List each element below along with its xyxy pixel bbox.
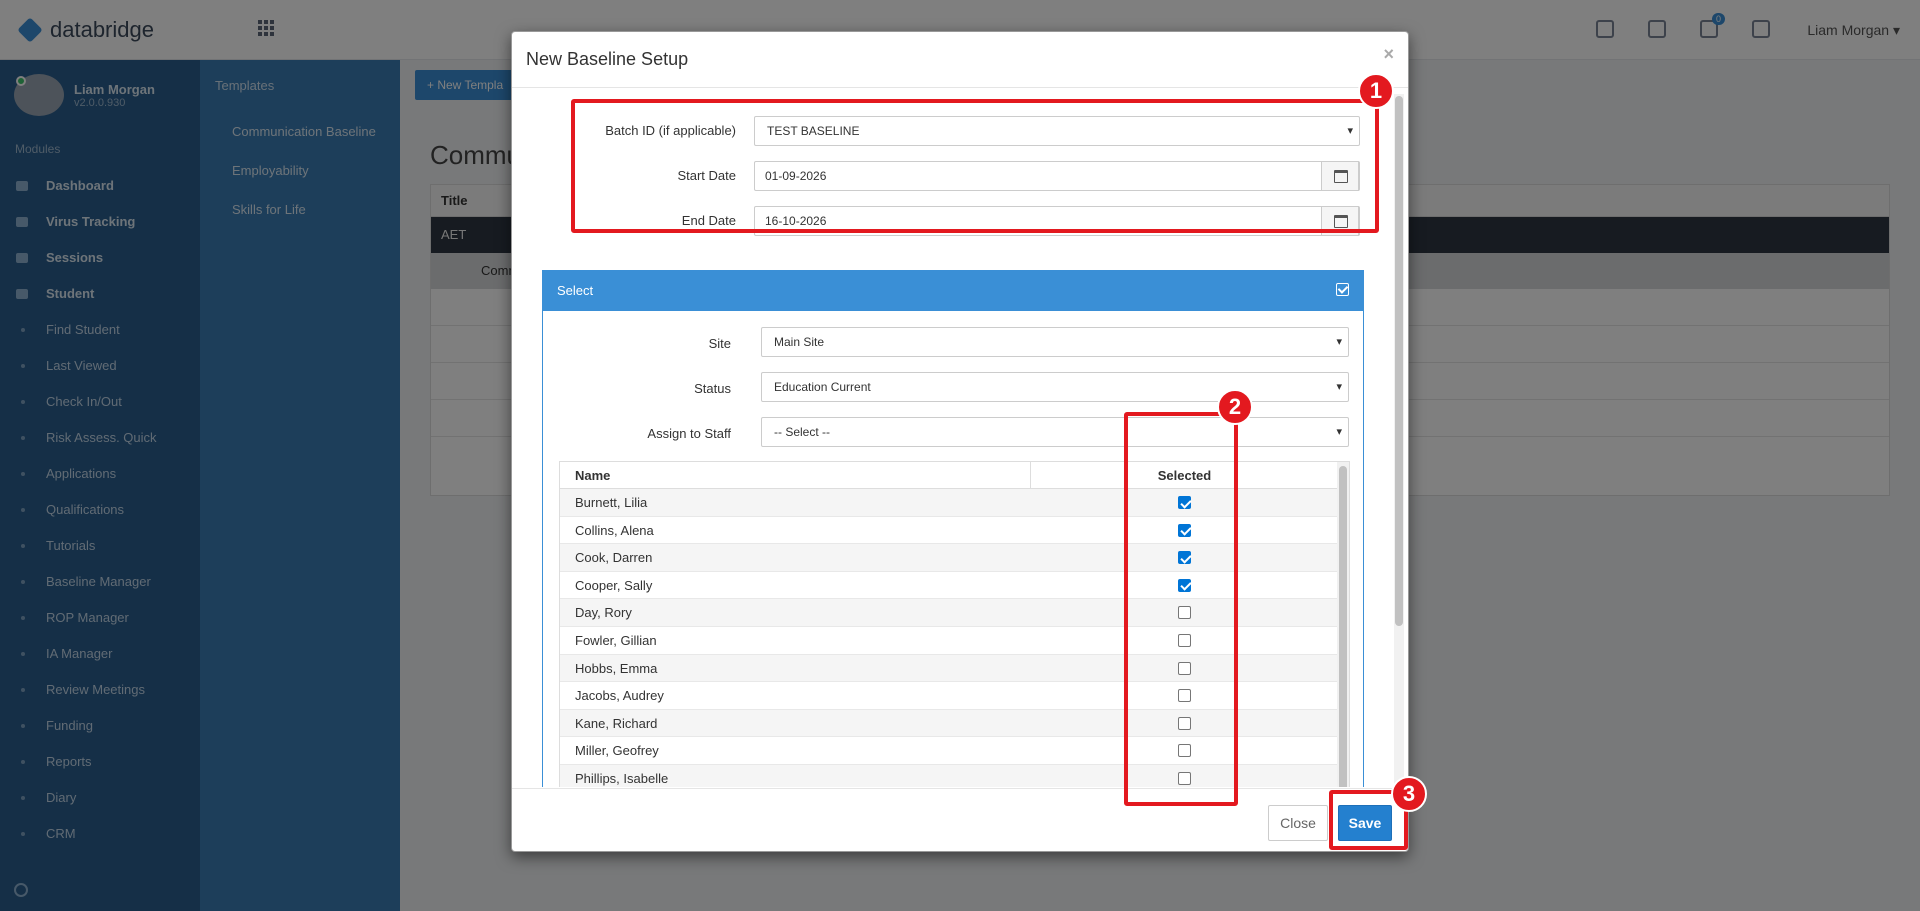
student-name: Burnett, Lilia: [575, 495, 648, 510]
student-name: Collins, Alena: [575, 522, 654, 538]
grid-scrollbar-thumb[interactable]: [1339, 466, 1347, 787]
grid-scrollbar[interactable]: [1337, 462, 1349, 787]
calendar-icon: [1334, 215, 1348, 228]
save-button[interactable]: Save: [1338, 805, 1392, 841]
student-name: Phillips, Isabelle: [575, 771, 669, 786]
student-row[interactable]: Cooper, Sally: [560, 572, 1339, 600]
batch-id-label: Batch ID (if applicable): [605, 123, 736, 138]
calendar-icon: [1334, 170, 1348, 183]
annotation-badge-1: 1: [1358, 73, 1394, 109]
chevron-down-icon: ▾: [1336, 336, 1342, 348]
student-name: Hobbs, Emma: [575, 660, 658, 676]
student-row[interactable]: Phillips, Isabelle: [560, 765, 1339, 787]
student-row[interactable]: Fowler, Gillian: [560, 627, 1339, 655]
close-button[interactable]: Close: [1268, 805, 1328, 841]
student-row[interactable]: Burnett, Lilia: [560, 489, 1339, 517]
student-name: Jacobs, Audrey: [575, 688, 664, 704]
site-value: Main Site: [774, 335, 825, 349]
select-panel-title: Select: [557, 283, 594, 298]
end-date-label: End Date: [681, 213, 736, 228]
student-select-checkbox[interactable]: [1178, 606, 1191, 620]
modal-title: New Baseline Setup: [526, 49, 689, 69]
student-select-checkbox[interactable]: [1178, 496, 1191, 509]
chevron-down-icon: ▾: [1347, 125, 1353, 137]
student-name: Miller, Geofrey: [575, 743, 659, 759]
status-value: Education Current: [774, 380, 871, 394]
name-column-header[interactable]: Name: [575, 468, 610, 483]
student-name: Cook, Darren: [575, 550, 653, 566]
site-label: Site: [708, 336, 731, 351]
student-select-checkbox[interactable]: [1178, 744, 1191, 758]
end-date-field[interactable]: 16-10-2026: [754, 206, 1360, 236]
modal-body: Batch ID (if applicable) TEST BASELINE ▾…: [512, 89, 1398, 787]
start-date-field[interactable]: 01-09-2026: [754, 161, 1360, 191]
student-name: Cooper, Sally: [575, 577, 653, 593]
start-date-label: Start Date: [677, 168, 736, 183]
annotation-badge-2: 2: [1217, 389, 1253, 425]
select-panel-header: Select: [543, 271, 1363, 311]
student-select-checkbox[interactable]: [1178, 578, 1191, 592]
student-select-checkbox[interactable]: [1178, 716, 1191, 730]
student-row[interactable]: Kane, Richard: [560, 709, 1339, 738]
modal-footer: Close Save: [512, 788, 1408, 853]
student-row[interactable]: Miller, Geofrey: [560, 737, 1339, 765]
status-label: Status: [694, 381, 731, 396]
student-name: Kane, Richard: [575, 715, 658, 731]
student-name: Day, Rory: [575, 605, 632, 621]
student-select-checkbox[interactable]: [1178, 772, 1191, 785]
site-select[interactable]: Main Site ▾: [761, 327, 1349, 357]
students-grid: Name Selected Burnett, Lilia Collins, Ale…: [559, 461, 1350, 787]
student-select-checkbox[interactable]: [1178, 634, 1191, 647]
selected-column-header[interactable]: Selected: [1030, 468, 1339, 483]
student-row[interactable]: Collins, Alena: [560, 517, 1339, 545]
start-date-value: 01-09-2026: [765, 169, 827, 183]
student-select-checkbox[interactable]: [1178, 551, 1191, 565]
chevron-down-icon: ▾: [1336, 381, 1342, 393]
modal-header: New Baseline Setup ×: [512, 32, 1408, 88]
student-row[interactable]: Cook, Darren: [560, 544, 1339, 572]
end-date-value: 16-10-2026: [765, 214, 827, 228]
student-select-checkbox[interactable]: [1178, 689, 1191, 703]
new-baseline-modal: New Baseline Setup × Batch ID (if applic…: [511, 31, 1409, 852]
assign-staff-label: Assign to Staff: [647, 426, 731, 441]
student-row[interactable]: Jacobs, Audrey: [560, 682, 1339, 710]
student-select-checkbox[interactable]: [1178, 523, 1191, 537]
batch-id-value: TEST BASELINE: [767, 124, 860, 138]
close-icon[interactable]: ×: [1383, 44, 1394, 65]
student-select-checkbox[interactable]: [1178, 661, 1191, 675]
student-row[interactable]: Day, Rory: [560, 599, 1339, 627]
end-date-picker-button[interactable]: [1321, 206, 1359, 236]
student-row[interactable]: Hobbs, Emma: [560, 654, 1339, 683]
check-square-icon[interactable]: [1336, 283, 1349, 296]
select-panel: Select Site Main Site ▾ Status Education…: [542, 270, 1364, 787]
assign-staff-value: -- Select --: [774, 425, 831, 439]
student-name: Fowler, Gillian: [575, 633, 657, 648]
status-select[interactable]: Education Current ▾: [761, 372, 1349, 402]
chevron-down-icon: ▾: [1336, 426, 1342, 438]
annotation-badge-3: 3: [1391, 776, 1427, 812]
modal-scrollbar[interactable]: [1394, 94, 1404, 786]
batch-id-select[interactable]: TEST BASELINE ▾: [754, 116, 1360, 146]
start-date-picker-button[interactable]: [1321, 161, 1359, 191]
assign-staff-select[interactable]: -- Select -- ▾: [761, 417, 1349, 447]
modal-scrollbar-thumb[interactable]: [1395, 96, 1403, 626]
grid-header: Name Selected: [560, 462, 1339, 489]
